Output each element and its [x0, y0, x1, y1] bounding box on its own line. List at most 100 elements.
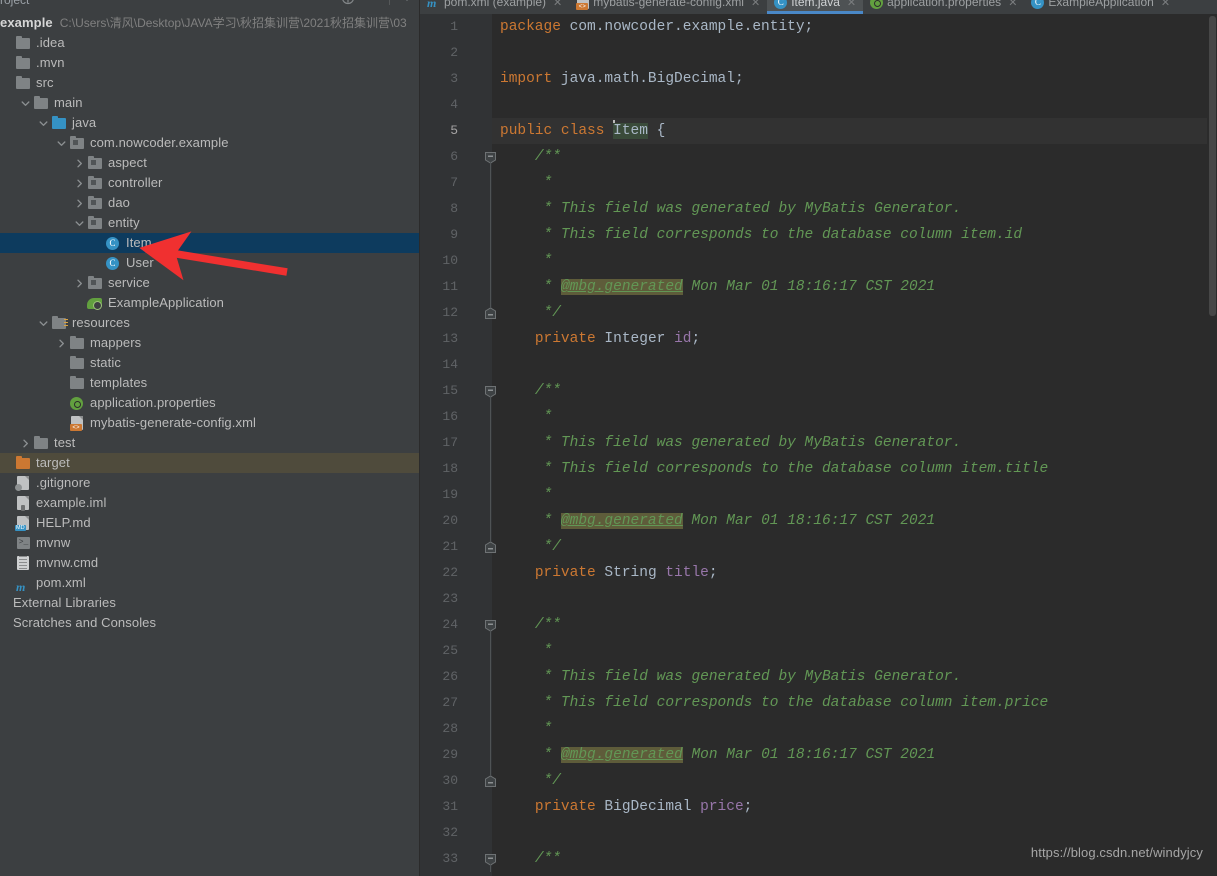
- tree-row-label: aspect: [108, 155, 147, 170]
- source-folder-icon: [51, 115, 67, 131]
- chevron-down-icon[interactable]: [20, 98, 31, 109]
- chevron-right-icon[interactable]: [20, 438, 31, 449]
- tree-row-pom-xml[interactable]: m pom.xml: [0, 573, 420, 594]
- code-line[interactable]: * This field was generated by MyBatis Ge…: [492, 430, 1207, 456]
- tree-row-service[interactable]: service: [0, 273, 420, 293]
- close-icon[interactable]: ✕: [751, 0, 760, 9]
- code-line[interactable]: [492, 586, 1207, 612]
- code-line[interactable]: package com.nowcoder.example.entity;: [492, 14, 1207, 40]
- code-line[interactable]: import java.math.BigDecimal;: [492, 66, 1207, 92]
- code-line[interactable]: [492, 352, 1207, 378]
- tree-row-application-properties[interactable]: application.properties: [0, 393, 420, 413]
- chevron-right-icon[interactable]: [56, 338, 67, 349]
- tree-row-exampleapplication[interactable]: ExampleApplication: [0, 293, 420, 313]
- code-line[interactable]: public class Item {: [492, 118, 1207, 144]
- tree-row-root[interactable]: example C:\Users\清风\Desktop\JAVA学习\秋招集训营…: [0, 13, 420, 33]
- editor-tab-application-properties[interactable]: application.properties ✕: [863, 0, 1024, 14]
- code-line[interactable]: * @mbg.generated Mon Mar 01 18:16:17 CST…: [492, 742, 1207, 768]
- tree-row-mappers[interactable]: mappers: [0, 333, 420, 353]
- code-line[interactable]: [492, 92, 1207, 118]
- tree-row-help-md[interactable]: MD HELP.md: [0, 513, 420, 533]
- sort-icon[interactable]: [365, 0, 379, 5]
- code-line[interactable]: *: [492, 170, 1207, 196]
- tree-row-example-iml[interactable]: example.iml: [0, 493, 420, 513]
- editor-vertical-scrollbar[interactable]: [1207, 14, 1217, 876]
- tree-row-test[interactable]: test: [0, 433, 420, 453]
- tree-row-external-libraries[interactable]: External Libraries: [0, 593, 420, 613]
- close-icon[interactable]: ✕: [847, 0, 856, 9]
- code-line[interactable]: *: [492, 404, 1207, 430]
- code-line[interactable]: *: [492, 248, 1207, 274]
- editor-gutter[interactable]: 1 2 3 4 5 6 7 8 9 10 11 12 13 14 15 16 17 18 19 20 21 22 23 24 2…: [420, 14, 496, 876]
- tree-row-entity[interactable]: entity: [0, 213, 420, 233]
- editor-tab-pom-xml-example[interactable]: m pom.xml (example) ✕: [420, 0, 569, 14]
- code-line[interactable]: private String title;: [492, 560, 1207, 586]
- tree-row-user[interactable]: C User: [0, 253, 420, 273]
- tree-row-com-nowcoder-example[interactable]: com.nowcoder.example: [0, 133, 420, 153]
- code-line[interactable]: */: [492, 300, 1207, 326]
- tree-row-controller[interactable]: controller: [0, 173, 420, 193]
- close-icon[interactable]: ✕: [1161, 0, 1170, 9]
- tree-row-mybatis-generate-config-xml[interactable]: mybatis-generate-config.xml: [0, 413, 420, 433]
- chevron-right-icon[interactable]: [74, 278, 85, 289]
- editor-tab-mybatis-generate-config-xml[interactable]: mybatis-generate-config.xml ✕: [569, 0, 767, 14]
- code-line[interactable]: *: [492, 716, 1207, 742]
- code-line[interactable]: * This field was generated by MyBatis Ge…: [492, 196, 1207, 222]
- hide-icon[interactable]: [400, 0, 414, 5]
- code-line[interactable]: */: [492, 534, 1207, 560]
- editor-code-area[interactable]: package com.nowcoder.example.entity; imp…: [492, 14, 1207, 876]
- editor-tab-bar[interactable]: mpom.xml (example)✕mybatis-generate-conf…: [420, 0, 1217, 14]
- code-line[interactable]: *: [492, 638, 1207, 664]
- chevron-right-icon[interactable]: [74, 158, 85, 169]
- tree-row-mvnw[interactable]: >_ mvnw: [0, 533, 420, 553]
- tree-row-src[interactable]: src: [0, 73, 420, 93]
- tree-row-main[interactable]: main: [0, 93, 420, 113]
- chevron-down-icon[interactable]: [38, 318, 49, 329]
- code-line[interactable]: * @mbg.generated Mon Mar 01 18:16:17 CST…: [492, 274, 1207, 300]
- code-line[interactable]: private Integer id;: [492, 326, 1207, 352]
- code-line[interactable]: /**: [492, 378, 1207, 404]
- code-line[interactable]: */: [492, 768, 1207, 794]
- tree-row-templates[interactable]: templates: [0, 373, 420, 393]
- code-line[interactable]: * @mbg.generated Mon Mar 01 18:16:17 CST…: [492, 508, 1207, 534]
- scrollbar-thumb[interactable]: [1209, 16, 1216, 316]
- code-line[interactable]: /**: [492, 612, 1207, 638]
- tree-row-item[interactable]: C Item: [0, 233, 420, 253]
- chevron-right-icon[interactable]: [74, 198, 85, 209]
- tree-row-resources[interactable]: resources: [0, 313, 420, 333]
- editor-tab-item-java[interactable]: C Item.java ✕: [767, 0, 864, 14]
- chevron-down-icon[interactable]: [38, 118, 49, 129]
- tree-row-target[interactable]: target: [0, 453, 420, 473]
- chevron-down-icon[interactable]: [56, 138, 67, 149]
- close-icon[interactable]: ✕: [553, 0, 562, 9]
- chevron-right-icon[interactable]: [74, 178, 85, 189]
- code-line[interactable]: *: [492, 482, 1207, 508]
- code-line[interactable]: * This field was generated by MyBatis Ge…: [492, 664, 1207, 690]
- tree-row-idea[interactable]: .idea: [0, 33, 420, 53]
- tree-row-dao[interactable]: dao: [0, 193, 420, 213]
- editor-tab-exampleapplication[interactable]: C ExampleApplication ✕: [1024, 0, 1177, 14]
- line-number: 13: [442, 331, 458, 346]
- tree-row-label: mvnw: [36, 535, 71, 550]
- collapse-all-icon[interactable]: [341, 0, 355, 5]
- code-line[interactable]: * This field corresponds to the database…: [492, 456, 1207, 482]
- project-tree[interactable]: example C:\Users\清风\Desktop\JAVA学习\秋招集训营…: [0, 13, 420, 633]
- tree-row-scratches-and-consoles[interactable]: Scratches and Consoles: [0, 613, 420, 633]
- tree-row-label: .mvn: [36, 55, 65, 70]
- tree-row-gitignore[interactable]: .gitignore: [0, 473, 420, 493]
- tree-row-label: mappers: [90, 335, 142, 350]
- code-line[interactable]: private BigDecimal price;: [492, 794, 1207, 820]
- code-line[interactable]: [492, 820, 1207, 846]
- tree-row-mvn[interactable]: .mvn: [0, 53, 420, 73]
- tree-row-java[interactable]: java: [0, 113, 420, 133]
- chevron-down-icon[interactable]: [74, 218, 85, 229]
- close-icon[interactable]: ✕: [1008, 0, 1017, 9]
- tree-row-static[interactable]: static: [0, 353, 420, 373]
- tree-row-label: static: [90, 355, 121, 370]
- tree-row-aspect[interactable]: aspect: [0, 153, 420, 173]
- code-line[interactable]: [492, 40, 1207, 66]
- code-line[interactable]: /**: [492, 144, 1207, 170]
- code-line[interactable]: * This field corresponds to the database…: [492, 690, 1207, 716]
- code-line[interactable]: * This field corresponds to the database…: [492, 222, 1207, 248]
- tree-row-mvnw-cmd[interactable]: mvnw.cmd: [0, 553, 420, 573]
